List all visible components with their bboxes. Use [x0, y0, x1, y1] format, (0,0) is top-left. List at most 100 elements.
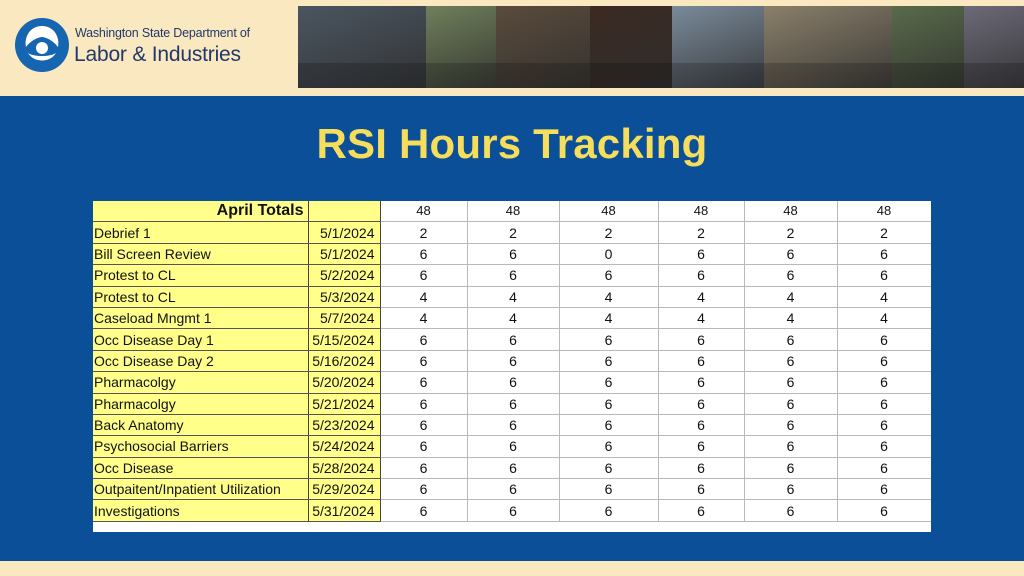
hours-cell[interactable]: 4	[744, 307, 838, 330]
hours-cell[interactable]: 6	[467, 435, 560, 458]
hours-cell[interactable]: 6	[559, 328, 659, 351]
hours-cell[interactable]: 6	[658, 499, 745, 522]
hours-cell[interactable]: 6	[837, 435, 931, 458]
hours-cell[interactable]: 4	[837, 307, 931, 330]
hours-cell[interactable]: 4	[467, 286, 560, 308]
hours-cell[interactable]: 6	[744, 264, 838, 287]
training-name-cell[interactable]: Debrief 1	[93, 221, 309, 244]
date-cell[interactable]: 5/20/2024	[308, 371, 381, 394]
training-name-cell[interactable]: Psychosocial Barriers	[93, 435, 309, 458]
training-name-cell[interactable]: Occ Disease	[93, 457, 309, 480]
hours-cell[interactable]: 4	[837, 286, 931, 308]
date-cell[interactable]: 5/15/2024	[308, 328, 381, 351]
hours-cell[interactable]: 6	[744, 328, 838, 351]
agency-logo[interactable]: Washington State Department of Labor & I…	[14, 17, 254, 75]
hours-cell[interactable]: 6	[559, 499, 659, 522]
hours-cell[interactable]: 6	[837, 350, 931, 373]
hours-cell[interactable]: 6	[467, 457, 560, 480]
hours-cell[interactable]: 6	[744, 457, 838, 480]
date-cell[interactable]: 5/23/2024	[308, 414, 381, 437]
hours-cell[interactable]: 4	[658, 286, 745, 308]
date-cell[interactable]: 5/1/2024	[308, 221, 381, 244]
hours-cell[interactable]: 6	[658, 393, 745, 415]
hours-cell[interactable]: 6	[559, 435, 659, 458]
hours-cell[interactable]: 6	[380, 435, 468, 458]
hours-cell[interactable]: 6	[559, 393, 659, 415]
hours-cell[interactable]: 6	[837, 264, 931, 287]
training-name-cell[interactable]: Pharmacolgy	[93, 371, 309, 394]
hours-cell[interactable]: 6	[467, 350, 560, 373]
total-hours-cell[interactable]: 48	[658, 201, 745, 223]
hours-cell[interactable]: 6	[837, 328, 931, 351]
date-cell[interactable]: 5/16/2024	[308, 350, 381, 373]
hours-cell[interactable]: 6	[467, 328, 560, 351]
hours-cell[interactable]: 6	[380, 328, 468, 351]
training-name-cell[interactable]: Caseload Mngmt 1	[93, 307, 309, 330]
hours-cell[interactable]: 6	[380, 499, 468, 522]
date-cell[interactable]: 5/3/2024	[308, 286, 381, 308]
training-name-cell[interactable]: Protest to CL	[93, 286, 309, 308]
hours-cell[interactable]: 4	[744, 286, 838, 308]
hours-cell[interactable]: 6	[467, 371, 560, 394]
training-name-cell[interactable]: Pharmacolgy	[93, 393, 309, 415]
hours-cell[interactable]: 2	[837, 221, 931, 244]
hours-cell[interactable]: 6	[658, 435, 745, 458]
hours-cell[interactable]: 4	[559, 286, 659, 308]
hours-cell[interactable]: 6	[744, 499, 838, 522]
date-cell[interactable]: 5/21/2024	[308, 393, 381, 415]
hours-cell[interactable]: 2	[658, 221, 745, 244]
hours-cell[interactable]: 6	[658, 350, 745, 373]
hours-cell[interactable]: 6	[744, 435, 838, 458]
hours-cell[interactable]: 6	[658, 243, 745, 266]
date-cell[interactable]	[308, 201, 381, 223]
hours-cell[interactable]: 6	[467, 499, 560, 522]
total-hours-cell[interactable]: 48	[380, 201, 468, 223]
training-name-cell[interactable]: Occ Disease Day 1	[93, 328, 309, 351]
hours-cell[interactable]: 6	[837, 478, 931, 501]
hours-cell[interactable]: 6	[380, 457, 468, 480]
hours-cell[interactable]: 0	[559, 243, 659, 266]
hours-cell[interactable]: 2	[559, 221, 659, 244]
hours-cell[interactable]: 6	[467, 414, 560, 437]
hours-cell[interactable]: 6	[658, 328, 745, 351]
hours-cell[interactable]: 4	[467, 307, 560, 330]
hours-cell[interactable]: 6	[467, 264, 560, 287]
training-name-cell[interactable]: Bill Screen Review	[93, 243, 309, 266]
date-cell[interactable]: 5/28/2024	[308, 457, 381, 480]
total-hours-cell[interactable]: 48	[467, 201, 560, 223]
hours-cell[interactable]: 6	[380, 243, 468, 266]
hours-cell[interactable]: 2	[467, 221, 560, 244]
training-name-cell[interactable]: Investigations	[93, 499, 309, 522]
hours-cell[interactable]: 6	[658, 457, 745, 480]
hours-cell[interactable]: 4	[559, 307, 659, 330]
hours-cell[interactable]: 6	[380, 414, 468, 437]
hours-cell[interactable]: 6	[837, 371, 931, 394]
training-name-cell[interactable]: Occ Disease Day 2	[93, 350, 309, 373]
date-cell[interactable]: 5/7/2024	[308, 307, 381, 330]
hours-cell[interactable]: 6	[559, 457, 659, 480]
hours-cell[interactable]: 2	[744, 221, 838, 244]
hours-cell[interactable]: 6	[837, 499, 931, 522]
hours-cell[interactable]: 6	[467, 478, 560, 501]
hours-cell[interactable]: 6	[744, 243, 838, 266]
date-cell[interactable]: 5/24/2024	[308, 435, 381, 458]
hours-cell[interactable]: 6	[467, 243, 560, 266]
hours-cell[interactable]: 6	[658, 371, 745, 394]
date-cell[interactable]: 5/1/2024	[308, 243, 381, 266]
hours-cell[interactable]: 6	[658, 414, 745, 437]
total-hours-cell[interactable]: 48	[559, 201, 659, 223]
hours-cell[interactable]: 6	[380, 478, 468, 501]
hours-cell[interactable]: 6	[744, 350, 838, 373]
hours-cell[interactable]: 4	[380, 307, 468, 330]
hours-cell[interactable]: 6	[744, 371, 838, 394]
hours-cell[interactable]: 4	[380, 286, 468, 308]
total-hours-cell[interactable]: 48	[837, 201, 931, 223]
training-name-cell[interactable]: Protest to CL	[93, 264, 309, 287]
hours-cell[interactable]: 6	[559, 350, 659, 373]
hours-cell[interactable]: 6	[837, 457, 931, 480]
training-name-cell[interactable]: Outpaitent/Inpatient Utilization	[93, 478, 309, 501]
hours-cell[interactable]: 6	[658, 478, 745, 501]
date-cell[interactable]: 5/29/2024	[308, 478, 381, 501]
hours-cell[interactable]: 6	[559, 264, 659, 287]
hours-cell[interactable]: 6	[467, 393, 560, 415]
